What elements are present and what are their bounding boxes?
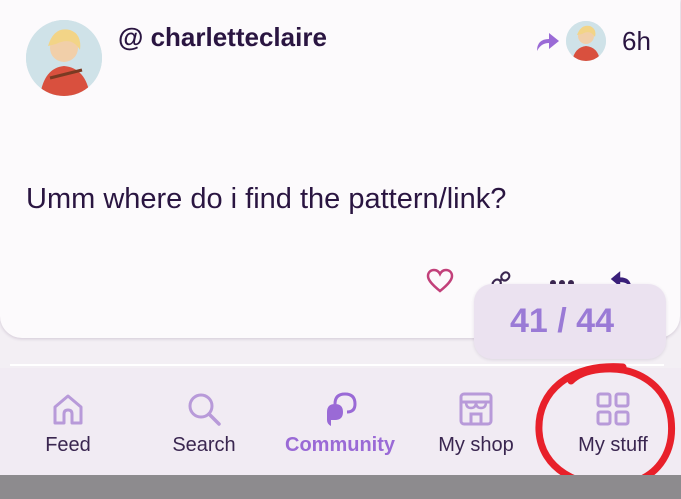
tab-my-shop[interactable]: My shop <box>408 368 544 475</box>
tab-search[interactable]: Search <box>136 368 272 475</box>
home-icon <box>53 394 83 425</box>
shared-by-avatar[interactable] <box>566 21 606 61</box>
post-time: 6h <box>622 26 651 56</box>
share-icon[interactable] <box>535 29 561 53</box>
tab-feed[interactable]: Feed <box>0 368 136 475</box>
page-counter-text: 41 / 44 <box>510 302 614 340</box>
tab-feed-label: Feed <box>45 434 91 456</box>
search-icon <box>188 393 221 426</box>
community-icon <box>327 392 357 426</box>
user-avatar[interactable] <box>26 20 102 96</box>
heart-icon[interactable] <box>426 268 454 294</box>
page-counter: 41 / 44 <box>474 284 666 359</box>
tab-my-shop-label: My shop <box>438 434 514 456</box>
post-username[interactable]: @ charletteclaire <box>118 22 327 53</box>
post-message: Umm where do i find the pattern/link? <box>26 183 507 215</box>
system-nav-strip <box>0 475 681 499</box>
shop-icon <box>459 392 493 426</box>
tab-community[interactable]: Community <box>272 368 408 475</box>
tab-search-label: Search <box>172 434 236 456</box>
annotation-circle <box>535 363 676 489</box>
tab-community-label: Community <box>285 434 395 456</box>
